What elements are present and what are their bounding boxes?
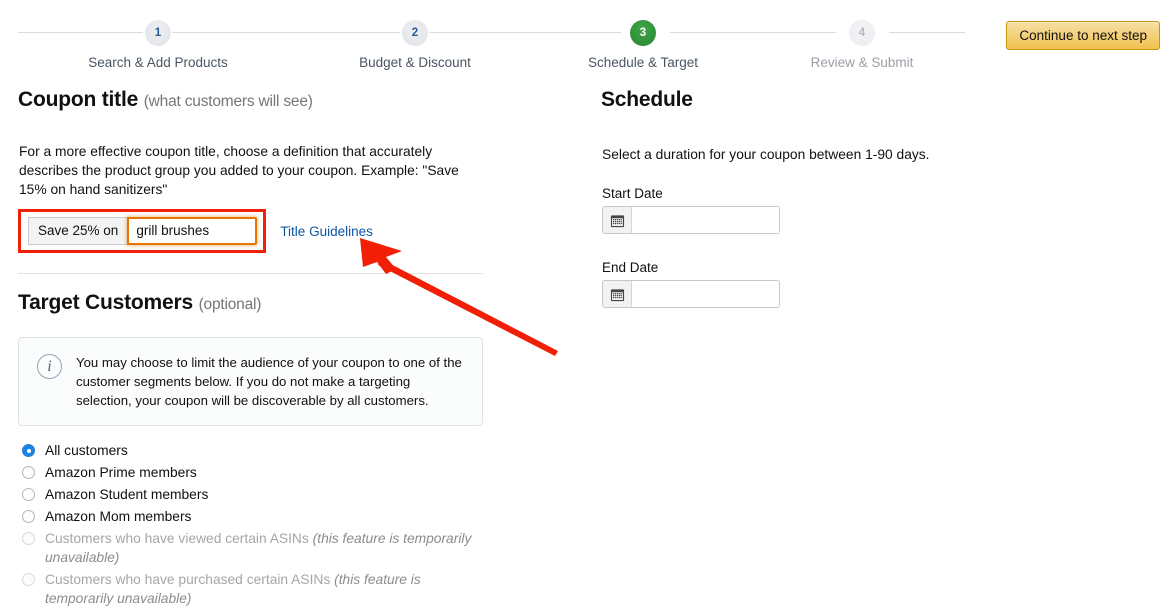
start-date-calendar-icon[interactable] bbox=[603, 207, 632, 233]
coupon-title-input-row: Save 25% on Title Guidelines bbox=[18, 209, 373, 253]
schedule-heading: Schedule bbox=[601, 88, 693, 111]
radio-icon bbox=[22, 573, 35, 586]
start-date-input-group bbox=[602, 206, 780, 234]
step-1-circle: 1 bbox=[145, 20, 171, 46]
step-review-submit[interactable]: 4 Review & Submit bbox=[772, 20, 952, 70]
radio-option-amazon-mom-members[interactable]: Amazon Mom members bbox=[22, 507, 502, 526]
step-search-add-products[interactable]: 1 Search & Add Products bbox=[68, 20, 248, 70]
coupon-title-highlight-box: Save 25% on bbox=[18, 209, 267, 253]
step-3-number: 3 bbox=[639, 27, 647, 39]
radio-option-viewed-certain-asins: Customers who have viewed certain ASINs … bbox=[22, 529, 502, 567]
step-3-circle: 3 bbox=[630, 20, 656, 46]
info-icon: i bbox=[37, 354, 62, 379]
step-2-number: 2 bbox=[411, 27, 419, 39]
step-budget-discount[interactable]: 2 Budget & Discount bbox=[325, 20, 505, 70]
continue-to-next-step-button[interactable]: Continue to next step bbox=[1006, 21, 1160, 50]
stepper-connector-2 bbox=[172, 32, 400, 33]
stepper-connector-3 bbox=[429, 32, 621, 33]
radio-icon bbox=[22, 532, 35, 545]
radio-label-main: Customers who have viewed certain ASINs bbox=[45, 531, 309, 546]
schedule-description: Select a duration for your coupon betwee… bbox=[602, 147, 930, 162]
step-3-label: Schedule & Target bbox=[587, 55, 699, 70]
step-4-label: Review & Submit bbox=[810, 55, 914, 70]
target-customers-heading: Target Customers (optional) bbox=[18, 291, 261, 315]
start-date-field-block: Start Date bbox=[602, 186, 780, 234]
step-4-circle: 4 bbox=[849, 20, 875, 46]
coupon-title-input-group: Save 25% on bbox=[28, 217, 258, 245]
stepper-connector-1 bbox=[18, 32, 143, 33]
radio-label-main: Customers who have purchased certain ASI… bbox=[45, 572, 331, 587]
end-date-label: End Date bbox=[602, 260, 659, 275]
radio-option-purchased-certain-asins: Customers who have purchased certain ASI… bbox=[22, 570, 502, 608]
coupon-title-input[interactable] bbox=[127, 217, 258, 245]
title-guidelines-link[interactable]: Title Guidelines bbox=[280, 224, 373, 239]
radio-option-all-customers[interactable]: All customers bbox=[22, 441, 502, 460]
end-date-field-block: End Date bbox=[602, 260, 780, 308]
target-customers-radio-group: All customers Amazon Prime members Amazo… bbox=[22, 441, 502, 611]
end-date-input-group bbox=[602, 280, 780, 308]
section-divider bbox=[18, 273, 483, 274]
coupon-title-heading: Coupon title (what customers will see) bbox=[18, 88, 488, 112]
start-date-input[interactable] bbox=[632, 207, 779, 233]
step-1-label: Search & Add Products bbox=[88, 55, 228, 70]
coupon-title-prefix: Save 25% on bbox=[28, 217, 128, 245]
step-2-circle: 2 bbox=[402, 20, 428, 46]
end-date-calendar-icon[interactable] bbox=[603, 281, 632, 307]
radio-label: Customers who have purchased certain ASI… bbox=[45, 570, 475, 608]
coupon-title-description: For a more effective coupon title, choos… bbox=[19, 144, 459, 197]
left-column: Coupon title (what customers will see) F… bbox=[18, 88, 488, 606]
stepper-connector-5 bbox=[889, 32, 965, 33]
step-schedule-target[interactable]: 3 Schedule & Target bbox=[553, 20, 733, 70]
radio-option-amazon-student-members[interactable]: Amazon Student members bbox=[22, 485, 502, 504]
step-4-number: 4 bbox=[858, 27, 866, 39]
right-column: Schedule Select a duration for your coup… bbox=[601, 88, 1021, 308]
radio-label: Customers who have viewed certain ASINs … bbox=[45, 529, 475, 567]
target-customers-heading-sub: (optional) bbox=[198, 296, 262, 313]
radio-icon bbox=[22, 510, 35, 523]
target-customers-info-box: i You may choose to limit the audience o… bbox=[18, 337, 483, 426]
radio-option-amazon-prime-members[interactable]: Amazon Prime members bbox=[22, 463, 502, 482]
step-2-label: Budget & Discount bbox=[359, 55, 471, 70]
radio-icon bbox=[22, 466, 35, 479]
coupon-title-heading-main: Coupon title bbox=[18, 88, 139, 111]
progress-stepper: 1 Search & Add Products 2 Budget & Disco… bbox=[0, 0, 1173, 76]
radio-icon bbox=[22, 488, 35, 501]
target-customers-heading-main: Target Customers bbox=[18, 291, 193, 314]
target-customers-info-text: You may choose to limit the audience of … bbox=[76, 355, 462, 408]
radio-label: Amazon Mom members bbox=[45, 509, 192, 524]
start-date-label: Start Date bbox=[602, 186, 663, 201]
coupon-title-heading-sub: (what customers will see) bbox=[143, 93, 313, 110]
radio-label: Amazon Prime members bbox=[45, 465, 197, 480]
radio-icon bbox=[22, 444, 35, 457]
radio-label: All customers bbox=[45, 443, 128, 458]
radio-label: Amazon Student members bbox=[45, 487, 209, 502]
step-1-number: 1 bbox=[154, 27, 162, 39]
end-date-input[interactable] bbox=[632, 281, 779, 307]
stepper-connector-4 bbox=[670, 32, 836, 33]
